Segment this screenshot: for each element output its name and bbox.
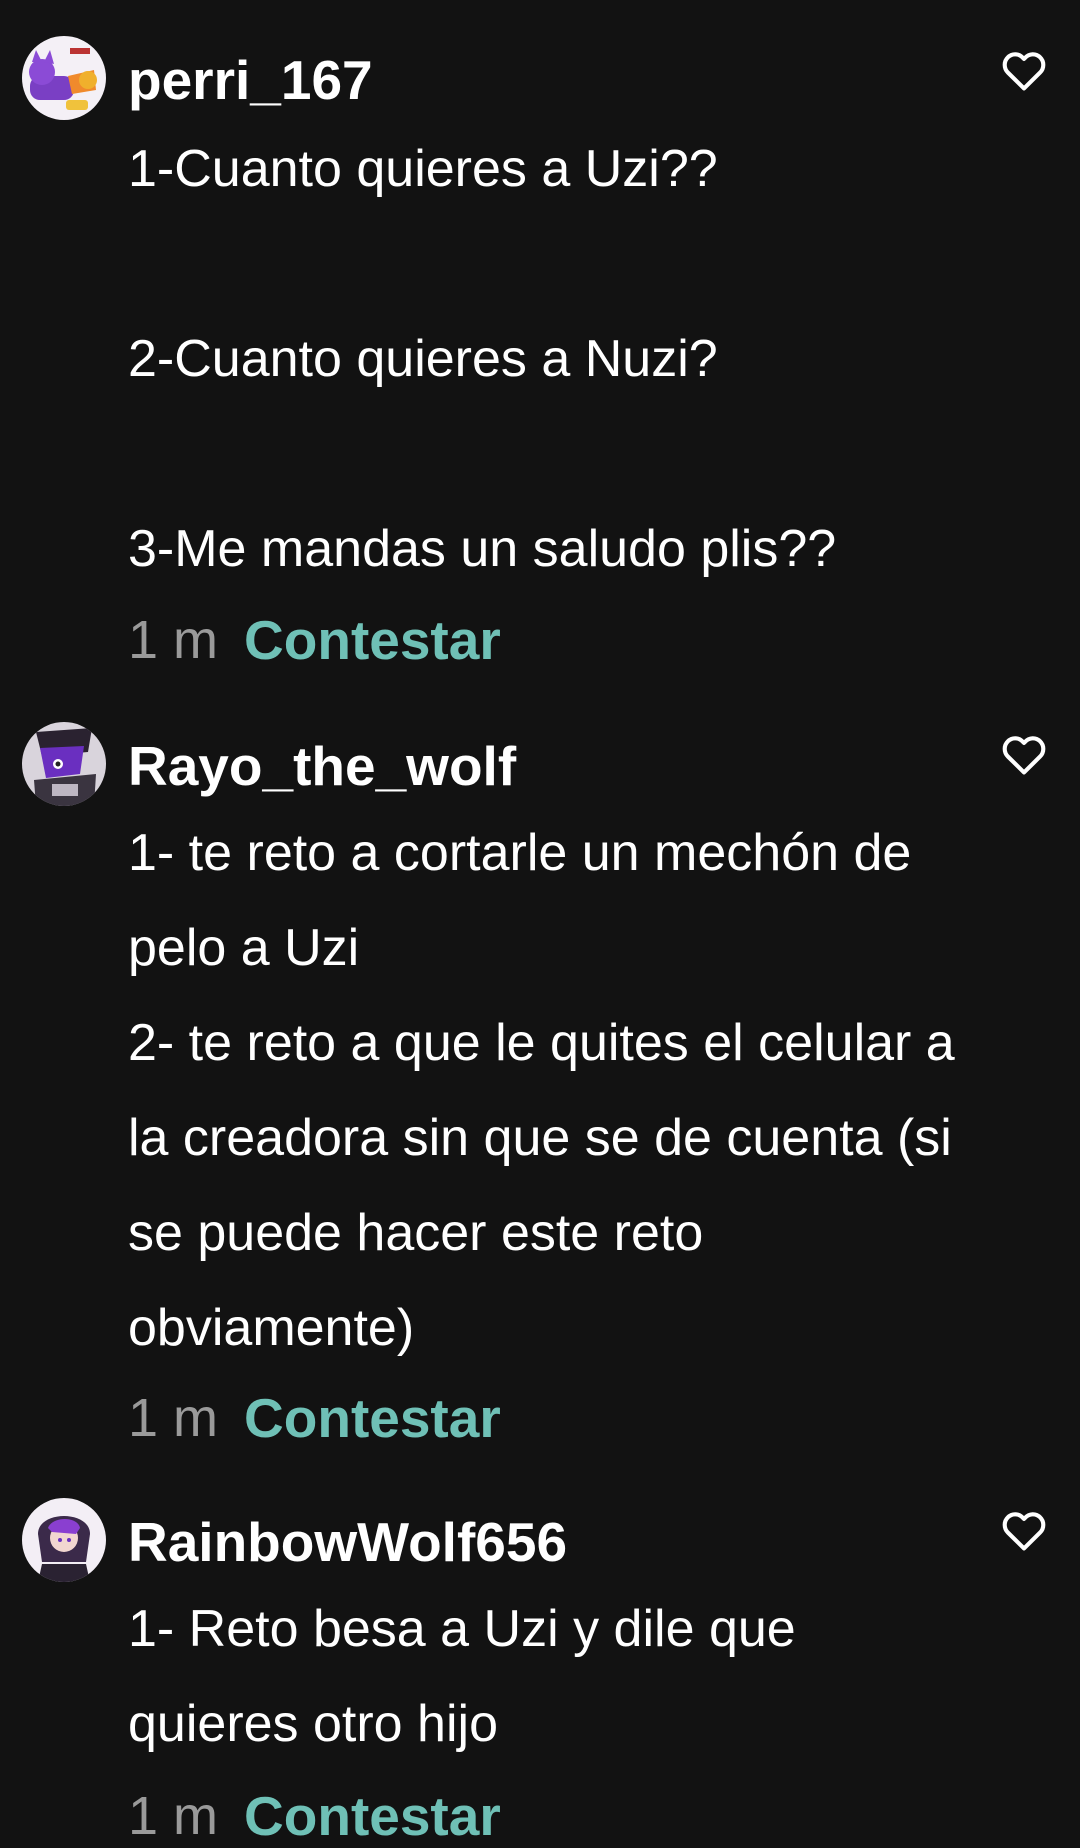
username[interactable]: RainbowWolf656 [128, 1510, 567, 1574]
comment-meta: 1 m Contestar [128, 1784, 501, 1848]
heart-outline-icon [1002, 1512, 1046, 1551]
reply-button[interactable]: Contestar [244, 608, 501, 672]
timestamp: 1 m [128, 610, 219, 670]
comment-meta: 1 m Contestar [128, 1386, 501, 1450]
username[interactable]: Rayo_the_wolf [128, 734, 516, 798]
user-avatar[interactable] [22, 1498, 106, 1582]
heart-outline-icon [1002, 52, 1046, 91]
comment-text: 1- Reto besa a Uzi y dile que quieres ot… [128, 1600, 811, 1753]
heart-outline-icon [1002, 736, 1046, 775]
avatar-image [22, 36, 106, 120]
comment-text: 1-Cuanto quieres a Uzi?? 2-Cuanto quiere… [128, 140, 837, 578]
reply-button[interactable]: Contestar [244, 1784, 501, 1848]
avatar-image [22, 1498, 106, 1582]
comment-item: Rayo_the_wolf 1- te reto a cortarle un m… [0, 700, 1080, 1470]
avatar-image [22, 722, 106, 806]
user-avatar[interactable] [22, 36, 106, 120]
like-button[interactable] [998, 44, 1050, 96]
comment-item: perri_167 1-Cuanto quieres a Uzi?? 2-Cua… [0, 0, 1080, 680]
comment-item: RainbowWolf656 1- Reto besa a Uzi y dile… [0, 1478, 1080, 1847]
timestamp: 1 m [128, 1388, 219, 1448]
username[interactable]: perri_167 [128, 48, 373, 112]
comment-meta: 1 m Contestar [128, 608, 501, 672]
user-avatar[interactable] [22, 722, 106, 806]
comment-text: 1- te reto a cortarle un mechón de pelo … [128, 824, 955, 1357]
reply-button[interactable]: Contestar [244, 1386, 501, 1450]
like-button[interactable] [998, 728, 1050, 780]
timestamp: 1 m [128, 1786, 219, 1846]
like-button[interactable] [998, 1504, 1050, 1556]
